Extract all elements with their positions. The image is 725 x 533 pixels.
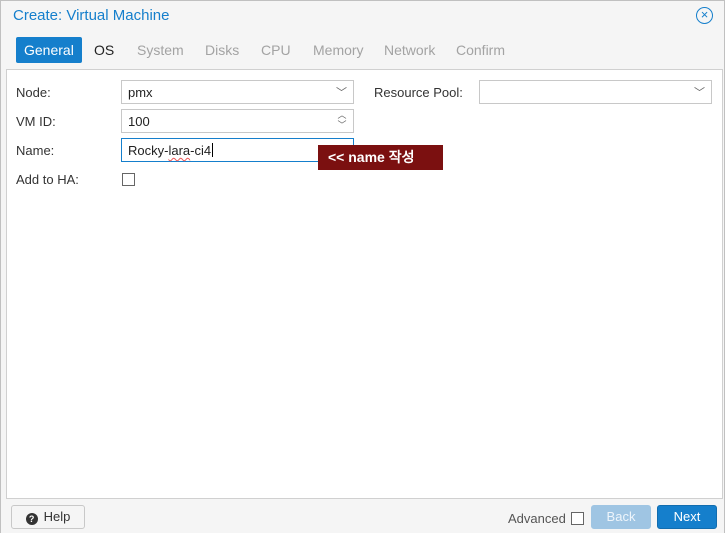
annotation-callout: << name 작성 [318, 145, 443, 170]
question-icon: ? [25, 513, 38, 525]
advanced-checkbox[interactable] [571, 512, 584, 525]
tab-cpu: CPU [261, 42, 291, 58]
name-value-misspelled: lara [168, 143, 191, 158]
vmid-value: 100 [128, 114, 150, 129]
name-value-prefix: Rocky- [128, 143, 169, 158]
tab-disks: Disks [205, 42, 240, 58]
tab-network: Network [384, 42, 436, 58]
tab-general[interactable]: General [16, 37, 82, 63]
help-label: Help [43, 509, 71, 524]
chevron-down-icon[interactable]: ﹀ [694, 84, 705, 100]
name-value-suffix: -ci4 [190, 143, 212, 158]
dialog-titlebar[interactable]: Create: Virtual Machine × [1, 1, 724, 31]
next-button[interactable]: Next [657, 505, 717, 529]
dialog-title: Create: Virtual Machine [13, 7, 170, 24]
name-value: Rocky-lara-ci4 [128, 143, 214, 158]
close-icon[interactable]: × [696, 7, 713, 24]
chevron-down-icon[interactable]: ﹀ [336, 84, 347, 100]
node-select[interactable]: pmx ﹀ [121, 80, 354, 104]
tab-memory: Memory [313, 42, 364, 58]
ha-checkbox[interactable] [122, 173, 135, 186]
node-value: pmx [128, 85, 153, 100]
back-button[interactable]: Back [591, 505, 651, 529]
resource-pool-select[interactable]: ﹀ [479, 80, 712, 104]
ha-label: Add to HA: [16, 172, 79, 187]
advanced-label: Advanced [508, 511, 566, 526]
spinner-icon[interactable]: ︿ ﹀ [336, 110, 348, 132]
help-button[interactable]: ? Help [11, 505, 85, 529]
node-label: Node: [16, 85, 51, 100]
dialog-footer: ? Help Advanced Back Next [1, 501, 724, 533]
text-caret [212, 143, 214, 157]
tab-system: System [137, 42, 184, 58]
tab-confirm: Confirm [456, 42, 506, 58]
tab-os[interactable]: OS [86, 37, 122, 63]
general-form-panel: Node: pmx ﹀ Resource Pool: ﹀ VM ID: 100 … [6, 69, 723, 499]
create-vm-dialog: Create: Virtual Machine × General OS Sys… [0, 0, 725, 533]
vmid-input[interactable]: 100 ︿ ﹀ [121, 109, 354, 133]
name-label: Name: [16, 143, 55, 158]
resource-pool-label: Resource Pool: [374, 85, 463, 100]
vmid-label: VM ID: [16, 114, 56, 129]
wizard-tabs: General OS System Disks CPU Memory Netwo… [1, 37, 724, 65]
